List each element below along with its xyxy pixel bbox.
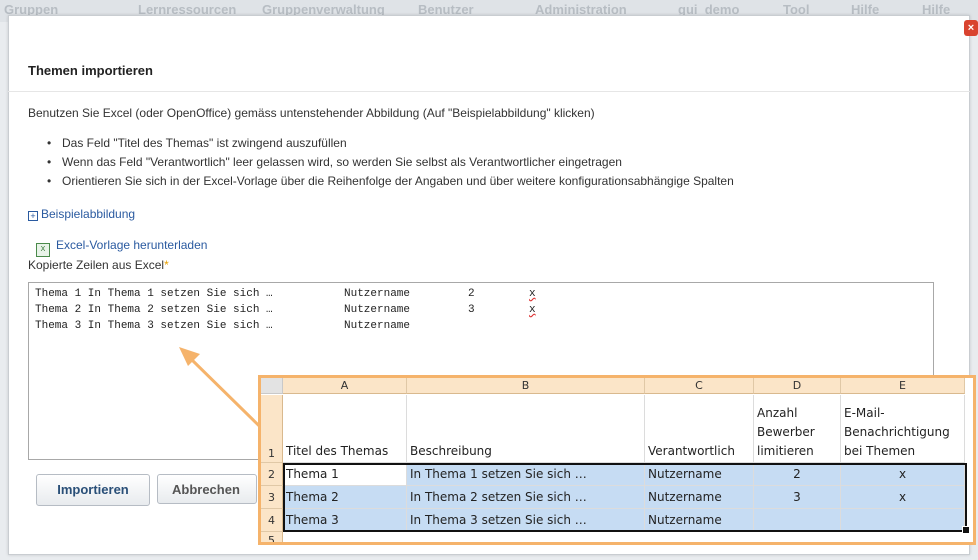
row-number: 3 <box>261 486 283 509</box>
row-number: 1 <box>261 395 283 463</box>
spreadsheet-cell <box>841 509 965 532</box>
spreadsheet-header-cell: Verantwortlich <box>645 395 754 463</box>
select-all-corner <box>261 378 283 394</box>
column-header: C <box>645 378 754 394</box>
column-header: E <box>841 378 965 394</box>
row-number: 2 <box>261 463 283 486</box>
spreadsheet-header-cell: Beschreibung <box>407 395 645 463</box>
spreadsheet-cell: Thema 3 <box>283 509 407 532</box>
spreadsheet-cell <box>754 509 841 532</box>
column-header: A <box>283 378 407 394</box>
spreadsheet-cell: x <box>841 463 965 486</box>
spreadsheet-header-cell: Anzahl Bewerber limitieren <box>754 395 841 463</box>
spreadsheet-cell: 2 <box>754 463 841 486</box>
spreadsheet-cell: In Thema 1 setzen Sie sich … <box>407 463 645 486</box>
spreadsheet-cell: Thema 2 <box>283 486 407 509</box>
spreadsheet-cell: Nutzername <box>645 509 754 532</box>
spreadsheet-cell: Nutzername <box>645 486 754 509</box>
column-header: D <box>754 378 841 394</box>
spreadsheet-cell: Nutzername <box>645 463 754 486</box>
spreadsheet-cell: 3 <box>754 486 841 509</box>
spreadsheet-cell: In Thema 2 setzen Sie sich … <box>407 486 645 509</box>
row-number: 4 <box>261 509 283 532</box>
row-number: 5 <box>261 532 283 542</box>
spreadsheet-cell: Thema 1 <box>283 463 407 486</box>
spreadsheet-header-cell: Titel des Themas <box>283 395 407 463</box>
fill-handle <box>962 526 970 534</box>
spreadsheet-header-cell: E-Mail-Benachrichtigung bei Themen <box>841 395 965 463</box>
example-spreadsheet: A B C D E 1 2 3 4 5 Titel des Themas Bes… <box>258 375 976 545</box>
column-header: B <box>407 378 645 394</box>
spreadsheet-cell: In Thema 3 setzen Sie sich … <box>407 509 645 532</box>
spreadsheet-cell: x <box>841 486 965 509</box>
